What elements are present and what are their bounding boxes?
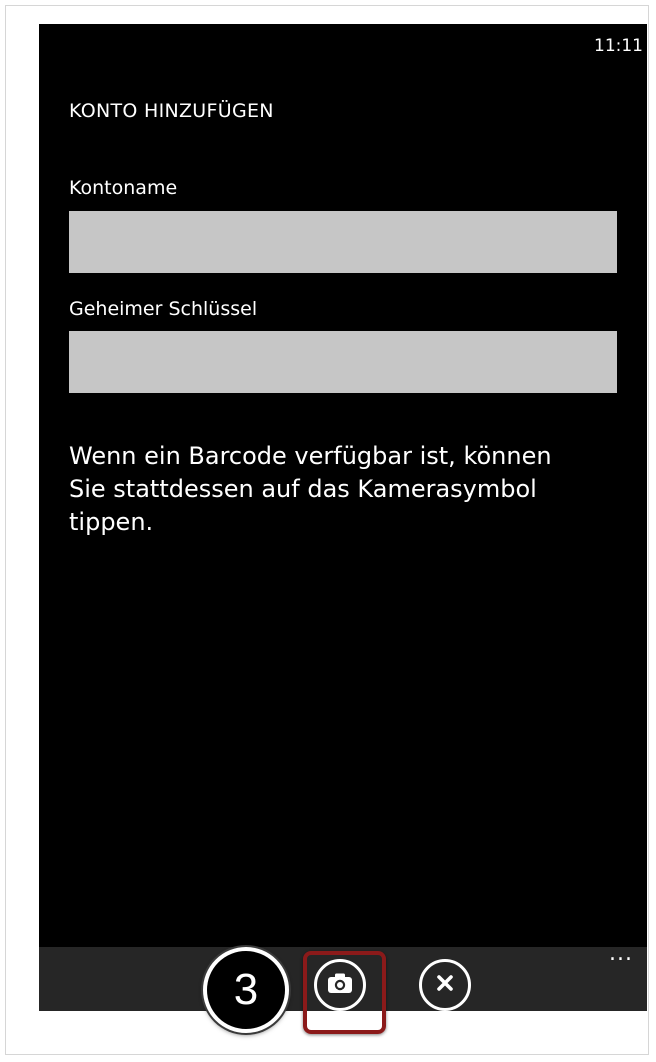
account-name-label: Kontoname <box>69 177 178 199</box>
camera-button[interactable] <box>314 959 366 1011</box>
status-bar-time: 11:11 <box>594 36 643 56</box>
app-bar: ... <box>39 943 647 1011</box>
secret-key-label: Geheimer Schlüssel <box>69 298 258 320</box>
barcode-hint-text: Wenn ein Barcode verfügbar ist, können S… <box>69 442 552 536</box>
secret-key-input[interactable] <box>69 331 617 393</box>
camera-icon <box>327 972 353 998</box>
page-title: KONTO HINZUFÜGEN <box>69 100 274 122</box>
step-number: 3 <box>233 965 259 1014</box>
phone-screen: 11:11 KONTO HINZUFÜGEN Kontoname Geheime… <box>39 24 647 1011</box>
step-number-badge: 3 <box>203 947 289 1033</box>
more-options-button[interactable]: ... <box>609 943 633 965</box>
close-icon <box>435 973 455 997</box>
cancel-button[interactable] <box>419 959 471 1011</box>
account-name-input[interactable] <box>69 211 617 273</box>
